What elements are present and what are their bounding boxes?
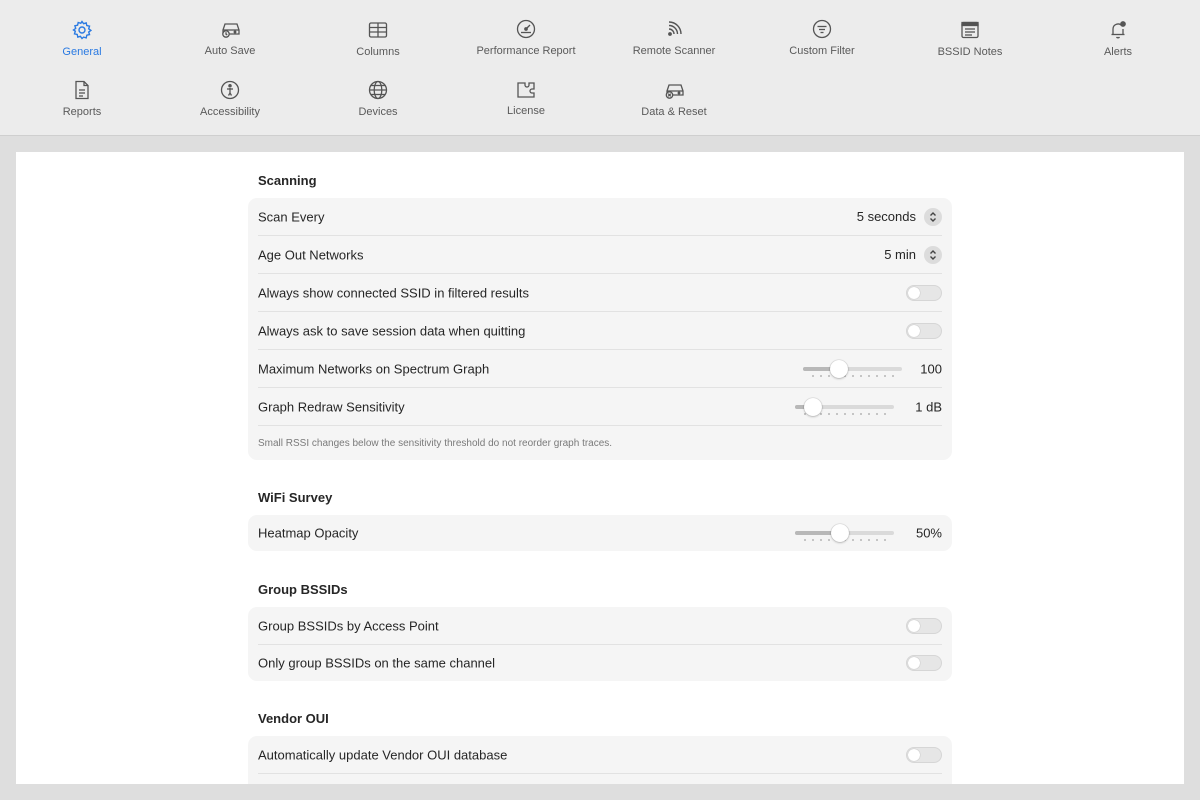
same-channel-row: Only group BSSIDs on the same channel: [258, 645, 942, 681]
tab-columns[interactable]: Columns: [308, 19, 448, 58]
same-channel-label: Only group BSSIDs on the same channel: [258, 655, 496, 671]
gear-icon: [12, 19, 152, 41]
age-out-value: 5 min: [884, 247, 916, 262]
tab-remote-scanner[interactable]: Remote Scanner: [604, 18, 744, 57]
filter-icon: [752, 18, 892, 40]
always-show-ssid-toggle[interactable]: [906, 284, 942, 301]
settings-pane[interactable]: Scanning Scan Every 5 seconds Age Out Ne…: [16, 152, 1184, 784]
gauge-icon: [456, 18, 596, 40]
tab-remote-scanner-label: Remote Scanner: [632, 45, 716, 57]
tab-data-reset[interactable]: Data & Reset: [604, 79, 744, 118]
heatmap-label: Heatmap Opacity: [258, 525, 359, 541]
ask-save-toggle[interactable]: [906, 322, 942, 339]
always-show-ssid-label: Always show connected SSID in filtered r…: [258, 285, 529, 300]
vendor-oui-group: Automatically update Vendor OUI database: [248, 736, 952, 784]
tab-performance-report[interactable]: Performance Report: [456, 18, 596, 57]
notes-icon: [900, 19, 1040, 41]
same-channel-toggle[interactable]: [906, 655, 942, 671]
toggle-knob: [908, 657, 920, 669]
chevron-up-down-icon: [924, 207, 942, 226]
sensitivity-note: Small RSSI changes below the sensitivity…: [258, 438, 613, 449]
bell-icon: [1048, 19, 1188, 41]
tab-custom-filter-label: Custom Filter: [789, 45, 855, 57]
auto-update-oui-toggle[interactable]: [906, 746, 942, 763]
tab-devices[interactable]: Devices: [308, 79, 448, 118]
auto-update-oui-label: Automatically update Vendor OUI database: [258, 747, 508, 762]
table-icon: [308, 19, 448, 41]
rss-icon: [604, 18, 744, 40]
toggle-knob: [908, 748, 920, 761]
slider-thumb[interactable]: [829, 359, 848, 378]
redraw-slider[interactable]: [795, 397, 894, 417]
scan-every-row: Scan Every 5 seconds: [258, 198, 942, 236]
heatmap-value: 50%: [915, 525, 942, 541]
tab-devices-label: Devices: [358, 106, 398, 118]
tab-reports-label: Reports: [62, 106, 102, 118]
ask-save-label: Always ask to save session data when qui…: [258, 323, 526, 338]
toggle-knob: [908, 286, 920, 299]
tab-auto-save[interactable]: Auto Save: [160, 18, 300, 57]
tab-alerts-label: Alerts: [1103, 46, 1133, 58]
ask-save-row: Always ask to save session data when qui…: [258, 312, 942, 350]
redraw-row: Graph Redraw Sensitivity 1 dB: [258, 388, 942, 426]
scan-every-label: Scan Every: [258, 209, 325, 224]
tab-bssid-notes-label: BSSID Notes: [937, 46, 1003, 58]
tab-accessibility[interactable]: Accessibility: [160, 79, 300, 118]
heatmap-slider[interactable]: [795, 523, 894, 543]
max-networks-row: Maximum Networks on Spectrum Graph 100: [258, 350, 942, 388]
tab-performance-report-label: Performance Report: [476, 45, 576, 57]
max-networks-label: Maximum Networks on Spectrum Graph: [258, 361, 490, 376]
document-icon: [12, 79, 152, 101]
preferences-toolbar: General Auto Save Columns Performance Re…: [0, 0, 1200, 136]
scan-every-popup[interactable]: 5 seconds: [856, 207, 942, 226]
scanning-group: Scan Every 5 seconds Age Out Networks 5 …: [248, 198, 952, 460]
accessibility-icon: [160, 79, 300, 101]
wifi-survey-group: Heatmap Opacity 50%: [248, 515, 952, 551]
section-title-scanning: Scanning: [258, 173, 317, 188]
always-show-ssid-row: Always show connected SSID in filtered r…: [258, 274, 942, 312]
tab-license-label: License: [507, 105, 545, 117]
redraw-label: Graph Redraw Sensitivity: [258, 399, 405, 414]
tab-general-label: General: [62, 46, 102, 58]
scan-every-value: 5 seconds: [856, 209, 916, 224]
group-by-ap-label: Group BSSIDs by Access Point: [258, 618, 439, 633]
drive-x-icon: [604, 79, 744, 101]
puzzle-icon: [456, 78, 596, 100]
group-by-ap-row: Group BSSIDs by Access Point: [258, 607, 942, 645]
tab-license[interactable]: License: [456, 78, 596, 117]
tab-general[interactable]: General: [12, 19, 152, 58]
redraw-value: 1 dB: [915, 399, 942, 414]
tab-bssid-notes[interactable]: BSSID Notes: [900, 19, 1040, 58]
group-by-ap-toggle[interactable]: [906, 617, 942, 634]
max-networks-slider[interactable]: [803, 359, 902, 379]
auto-update-oui-row: Automatically update Vendor OUI database: [258, 736, 942, 774]
slider-thumb[interactable]: [830, 524, 849, 542]
heatmap-row: Heatmap Opacity 50%: [258, 515, 942, 551]
group-bssids-group: Group BSSIDs by Access Point Only group …: [248, 607, 952, 681]
tab-alerts[interactable]: Alerts: [1048, 19, 1188, 58]
chevron-up-down-icon: [924, 245, 942, 264]
tab-accessibility-label: Accessibility: [200, 106, 260, 118]
drive-clock-icon: [160, 18, 300, 40]
section-title-vendor-oui: Vendor OUI: [258, 711, 329, 726]
section-title-group-bssids: Group BSSIDs: [258, 582, 348, 597]
max-networks-value: 100: [920, 361, 942, 376]
globe-icon: [308, 79, 448, 101]
tab-columns-label: Columns: [356, 46, 400, 58]
age-out-popup[interactable]: 5 min: [884, 245, 942, 264]
toggle-knob: [908, 324, 920, 337]
tab-data-reset-label: Data & Reset: [641, 106, 707, 118]
tab-reports[interactable]: Reports: [12, 79, 152, 118]
age-out-row: Age Out Networks 5 min: [258, 236, 942, 274]
toggle-knob: [908, 619, 920, 632]
tab-auto-save-label: Auto Save: [204, 45, 256, 57]
tab-custom-filter[interactable]: Custom Filter: [752, 18, 892, 57]
slider-thumb[interactable]: [803, 397, 822, 416]
age-out-label: Age Out Networks: [258, 247, 364, 262]
section-title-wifi-survey: WiFi Survey: [258, 490, 333, 505]
